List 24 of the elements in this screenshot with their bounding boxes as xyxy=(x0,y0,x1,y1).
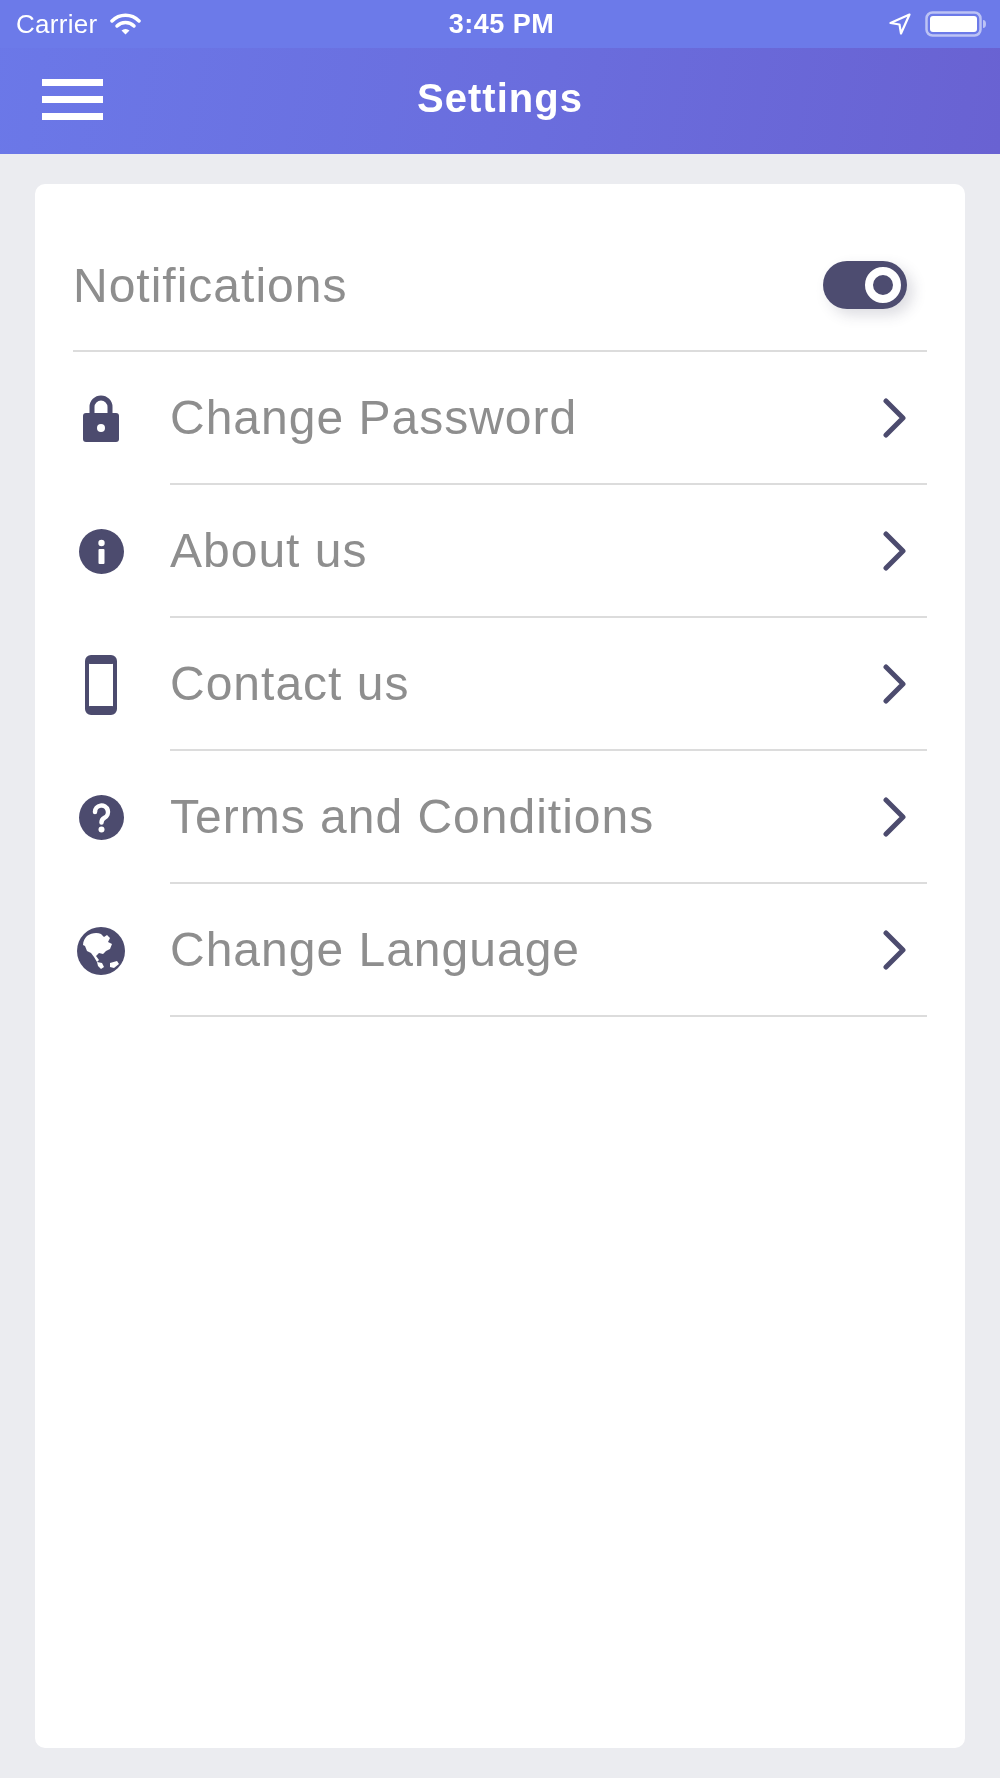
menu-icon[interactable] xyxy=(42,78,103,120)
chevron-right-icon xyxy=(883,397,907,438)
globe-icon xyxy=(77,926,125,975)
settings-menu-item[interactable]: Contact us xyxy=(73,618,927,751)
status-time: 3:45 PM xyxy=(448,8,555,40)
phone-icon xyxy=(85,654,117,715)
notifications-switch[interactable] xyxy=(823,261,907,309)
settings-menu-item[interactable]: Change Password xyxy=(73,352,927,485)
carrier-label: Carrier xyxy=(16,8,98,40)
page-title: Settings xyxy=(417,75,583,122)
chevron-right-icon xyxy=(883,530,907,571)
chevron-right-icon xyxy=(883,663,907,704)
question-icon xyxy=(78,795,124,840)
battery-icon xyxy=(925,11,987,37)
notifications-label: Notifications xyxy=(73,257,348,313)
lock-icon xyxy=(83,395,119,442)
chevron-right-icon xyxy=(883,796,907,837)
info-icon xyxy=(78,529,124,574)
settings-menu-item[interactable]: About us xyxy=(73,485,927,618)
settings-menu-item[interactable]: Change Language xyxy=(73,884,927,1017)
settings-menu-item[interactable]: Terms and Conditions xyxy=(73,751,927,884)
wifi-icon xyxy=(109,13,141,35)
location-arrow-icon xyxy=(889,13,911,35)
chevron-right-icon xyxy=(883,929,907,970)
